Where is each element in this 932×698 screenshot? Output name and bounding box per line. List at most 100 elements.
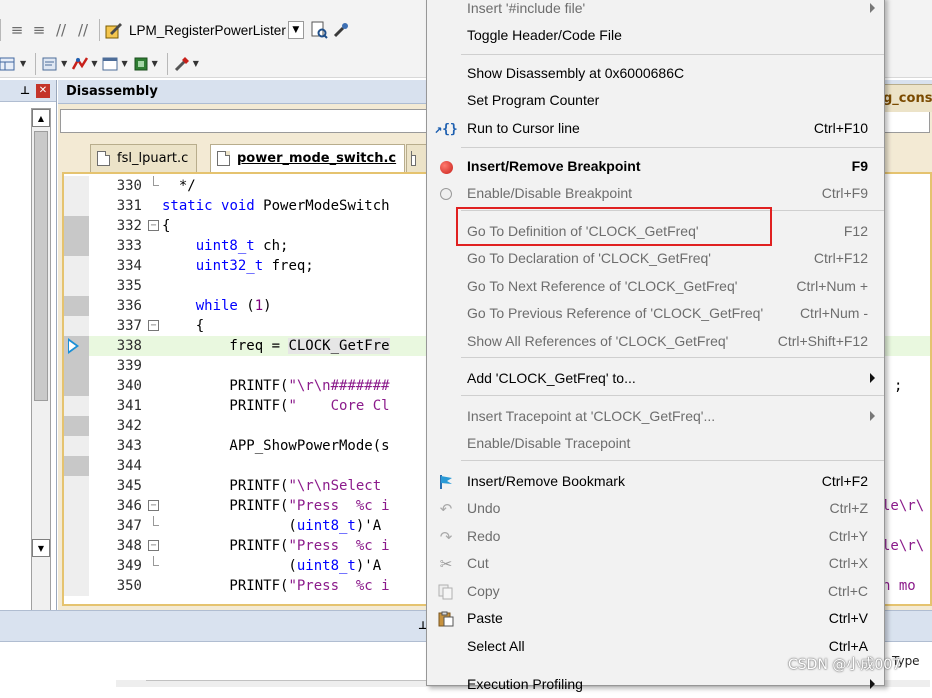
menu-item-shortcut: Ctrl+Shift+F12 [777, 333, 868, 349]
fold-end-marker [153, 556, 159, 566]
menu-item-undo[interactable]: ↶ Undo Ctrl+Z [427, 495, 884, 522]
menu-item-go-to-next-reference-of-clock-getfreq[interactable]: Go To Next Reference of 'CLOCK_GetFreq' C… [427, 273, 884, 300]
breakpoint-icon [437, 158, 455, 176]
vertical-scrollbar[interactable]: ▲ ▼ [31, 108, 51, 660]
edit-icon[interactable] [105, 19, 123, 41]
code-text-fragment: le\r\ [882, 498, 925, 514]
tab-power-mode-switch[interactable]: power_mode_switch.c [210, 144, 406, 172]
tools-icon[interactable] [332, 19, 350, 41]
fold-marker [148, 556, 162, 576]
fold-toggle-icon[interactable]: − [148, 320, 159, 331]
chip-icon[interactable] [132, 53, 150, 75]
menu-item-cut[interactable]: ✂ Cut Ctrl+X [427, 550, 884, 577]
menu-item-run-to-cursor-line[interactable]: ↗{} Run to Cursor line Ctrl+F10 [427, 115, 884, 142]
scroll-down-icon[interactable]: ▼ [32, 539, 50, 557]
tab-label: g_cons [883, 91, 932, 106]
fold-marker [148, 416, 162, 436]
fold-marker[interactable]: − [148, 496, 162, 516]
breakpoint-gutter[interactable] [64, 296, 89, 316]
undo-icon: ↶ [439, 500, 453, 518]
chevron-down-icon[interactable]: ▼ [121, 59, 127, 68]
menu-item-show-disassembly-at-0x6000686c[interactable]: Show Disassembly at 0x6000686C [427, 60, 884, 87]
chevron-down-icon[interactable]: ▼ [61, 59, 67, 68]
menu-item-add-clock-getfreq-to[interactable]: Add 'CLOCK_GetFreq' to... [427, 365, 884, 392]
chevron-down-icon[interactable]: ▼ [20, 59, 26, 68]
options-icon[interactable] [173, 53, 191, 75]
line-number: 332 [116, 218, 142, 234]
chevron-down-icon[interactable]: ▼ [193, 59, 199, 68]
debug-settings-icon[interactable] [71, 53, 89, 75]
breakpoint-gutter[interactable] [64, 536, 89, 556]
menu-item-set-program-counter[interactable]: Set Program Counter [427, 87, 884, 114]
menu-item-show-all-references-of-clock-getfreq[interactable]: Show All References of 'CLOCK_GetFreq' Ct… [427, 328, 884, 355]
breakpoint-gutter[interactable] [64, 336, 89, 356]
breakpoint-gutter[interactable] [64, 216, 89, 236]
code-text-fragment: n mo [882, 578, 916, 594]
breakpoint-gutter[interactable] [64, 456, 89, 476]
menu-item-insert-tracepoint-at-clock-getfreq[interactable]: Insert Tracepoint at 'CLOCK_GetFreq'... [427, 403, 884, 430]
find-file-icon[interactable] [310, 19, 328, 41]
scrollbar-thumb[interactable] [34, 131, 48, 401]
chevron-down-icon[interactable]: ▼ [152, 59, 158, 68]
indent-icon[interactable]: ≡ [6, 19, 28, 41]
breakpoint-gutter[interactable] [64, 516, 89, 536]
breakpoint-gutter[interactable] [64, 196, 89, 216]
pin-icon[interactable]: ⊥ [20, 84, 30, 97]
tab-label: power_mode_switch.c [237, 151, 397, 166]
breakpoint-gutter[interactable] [64, 256, 89, 276]
breakpoint-gutter[interactable] [64, 556, 89, 576]
breakpoint-gutter[interactable] [64, 476, 89, 496]
peripheral-window-icon[interactable] [101, 53, 119, 75]
menu-item-go-to-previous-reference-of-clock-getfreq[interactable]: Go To Previous Reference of 'CLOCK_GetFr… [427, 300, 884, 327]
menu-item-copy[interactable]: Copy Ctrl+C [427, 578, 884, 605]
menu-item-label: Enable/Disable Tracepoint [467, 435, 631, 451]
fold-marker[interactable]: − [148, 536, 162, 556]
breakpoint-gutter[interactable] [64, 496, 89, 516]
uncomment-icon[interactable]: // [72, 19, 94, 41]
fold-marker [148, 356, 162, 376]
menu-item-insert-remove-bookmark[interactable]: Insert/Remove Bookmark Ctrl+F2 [427, 468, 884, 495]
breakpoint-gutter[interactable] [64, 356, 89, 376]
menu-item-execution-profiling[interactable]: Execution Profiling [427, 671, 884, 698]
breakpoint-gutter[interactable] [64, 396, 89, 416]
chevron-down-icon[interactable]: ▼ [287, 21, 304, 39]
scroll-up-icon[interactable]: ▲ [32, 109, 50, 127]
build-icon[interactable] [41, 53, 59, 75]
menu-separator [461, 147, 884, 148]
fold-marker[interactable]: − [148, 316, 162, 336]
paste-icon [437, 610, 455, 628]
menu-item-insert-remove-breakpoint[interactable]: Insert/Remove Breakpoint F9 [427, 153, 884, 180]
fold-marker[interactable]: − [148, 216, 162, 236]
tab-fsl-lpuart[interactable]: fsl_lpuart.c [90, 144, 198, 172]
line-number: 346 [116, 498, 142, 514]
comment-icon[interactable]: // [50, 19, 72, 41]
code-text: freq = CLOCK_GetFre [162, 338, 390, 354]
breakpoint-gutter[interactable] [64, 176, 89, 196]
breakpoint-gutter[interactable] [64, 436, 89, 456]
menu-item-insert-include-file[interactable]: Insert '#include file' [427, 0, 884, 22]
window-layout-icon[interactable] [0, 53, 18, 75]
breakpoint-gutter[interactable] [64, 376, 89, 396]
menu-item-redo[interactable]: ↷ Redo Ctrl+Y [427, 523, 884, 550]
menu-item-enable-disable-breakpoint[interactable]: Enable/Disable Breakpoint Ctrl+F9 [427, 180, 884, 207]
file-icon [217, 151, 230, 166]
fold-marker [148, 436, 162, 456]
breakpoint-gutter[interactable] [64, 416, 89, 436]
unindent-icon[interactable]: ≡ [28, 19, 50, 41]
menu-item-go-to-declaration-of-clock-getfreq[interactable]: Go To Declaration of 'CLOCK_GetFreq' Ctrl… [427, 245, 884, 272]
menu-item-enable-disable-tracepoint[interactable]: Enable/Disable Tracepoint [427, 430, 884, 457]
fold-toggle-icon[interactable]: − [148, 540, 159, 551]
tab-hidden[interactable] [406, 144, 428, 172]
chevron-down-icon[interactable]: ▼ [91, 59, 97, 68]
breakpoint-gutter[interactable] [64, 576, 89, 596]
breakpoint-gutter[interactable] [64, 316, 89, 336]
fold-marker [148, 336, 162, 356]
menu-item-paste[interactable]: Paste Ctrl+V [427, 605, 884, 632]
fold-toggle-icon[interactable]: − [148, 500, 159, 511]
fold-toggle-icon[interactable]: − [148, 220, 159, 231]
breakpoint-gutter[interactable] [64, 236, 89, 256]
menu-item-toggle-header-code-file[interactable]: Toggle Header/Code File [427, 22, 884, 49]
close-icon[interactable]: ✕ [36, 83, 50, 98]
function-combo[interactable]: LPM_RegisterPowerLister ▼ [123, 19, 304, 41]
breakpoint-gutter[interactable] [64, 276, 89, 296]
